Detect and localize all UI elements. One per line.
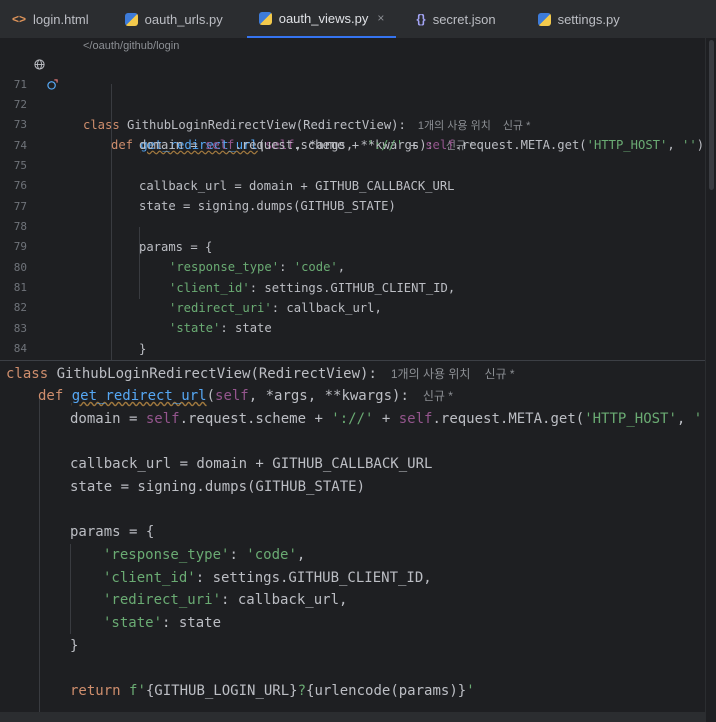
code-line[interactable]: 83 } [0, 299, 147, 356]
code-line[interactable]: } [70, 635, 78, 658]
html-file-icon: <> [12, 12, 27, 26]
editor-tab-bar: <> login.html oauth_urls.py oauth_views.… [0, 0, 716, 39]
tab-label: settings.py [557, 11, 620, 27]
indent-guide [70, 544, 71, 634]
code-line[interactable]: 84 [0, 319, 29, 355]
python-file-icon [124, 12, 138, 26]
override-icon[interactable] [47, 79, 58, 90]
code-editor[interactable]: </oauth/github/login 71 class GithubLogi… [0, 38, 705, 396]
scrollbar-thumb[interactable] [709, 40, 714, 190]
code-line[interactable]: 74 [0, 116, 29, 152]
code-line[interactable]: 78 params = { [0, 197, 213, 254]
code-line[interactable]: 76 state = signing.dumps(GITHUB_STATE) [0, 156, 396, 213]
code-line[interactable]: callback_url = domain + GITHUB_CALLBACK_… [70, 453, 432, 476]
tab-oauth-urls[interactable]: oauth_urls.py [113, 0, 235, 38]
tab-login-html[interactable]: <> login.html [0, 0, 101, 38]
code-line[interactable]: 72 def get_redirect_url(self, *args, **k… [0, 75, 473, 152]
code-line[interactable]: def get_redirect_url(self, *args, **kwar… [38, 385, 453, 408]
globe-icon[interactable] [34, 59, 45, 70]
code-line[interactable]: 'client_id': settings.GITHUB_CLIENT_ID, [103, 567, 432, 590]
code-line[interactable]: 'redirect_uri': callback_url, [103, 589, 347, 612]
json-file-icon: {} [416, 12, 426, 26]
code-line[interactable]: domain = self.request.scheme + '://' + s… [70, 408, 716, 431]
tab-label: oauth_views.py [278, 10, 369, 26]
code-line[interactable]: return f'{GITHUB_LOGIN_URL}?{urlencode(p… [70, 680, 475, 703]
tab-label: secret.json [432, 11, 496, 27]
new-hint: 신규 * [502, 120, 531, 132]
code-line[interactable]: 'state': state [103, 612, 221, 635]
bottom-edge [0, 712, 705, 722]
python-file-icon [258, 11, 272, 25]
vertical-scrollbar[interactable] [705, 38, 716, 722]
tab-label: oauth_urls.py [144, 11, 223, 27]
code-line[interactable]: 'response_type': 'code', [103, 544, 305, 567]
code-line[interactable]: 75 callback_url = domain + GITHUB_CALLBA… [0, 136, 455, 193]
zoomed-code-view[interactable]: class GithubLoginRedirectView(RedirectVi… [0, 361, 716, 722]
usage-hint[interactable]: 1개의 사용 위치 [418, 120, 491, 132]
usage-hint[interactable]: 1개의 사용 위치 [391, 367, 471, 381]
tab-label: login.html [33, 11, 89, 27]
breadcrumb[interactable]: </oauth/github/login [83, 38, 179, 54]
code-line[interactable]: 82 'state': state [0, 278, 272, 335]
code-line[interactable]: 73 domain = self.request.scheme + '://' … [0, 95, 704, 152]
new-hint: 신규 * [484, 367, 515, 381]
code-line[interactable]: 85 return f'{GITHUB_LOGIN_URL}?{urlencod… [0, 339, 492, 396]
code-line[interactable]: 80 'client_id': settings.GITHUB_CLIENT_I… [0, 238, 455, 295]
code-line[interactable]: 71 class GithubLoginRedirectView(Redirec… [0, 55, 530, 132]
tab-secret-json[interactable]: {} secret.json [404, 0, 507, 38]
python-file-icon [537, 12, 551, 26]
code-line[interactable]: 77 [0, 177, 29, 213]
code-line[interactable]: state = signing.dumps(GITHUB_STATE) [70, 476, 365, 499]
code-line[interactable]: params = { [70, 521, 154, 544]
code-line[interactable]: 79 'response_type': 'code', [0, 217, 345, 274]
close-icon[interactable]: × [377, 11, 384, 25]
indent-guide [39, 394, 40, 722]
tab-settings[interactable]: settings.py [526, 0, 632, 38]
code-line[interactable]: class GithubLoginRedirectView(RedirectVi… [6, 363, 515, 386]
tab-oauth-views[interactable]: oauth_views.py × [246, 0, 397, 38]
code-line[interactable]: 81 'redirect_uri': callback_url, [0, 258, 382, 315]
new-hint: 신규 * [422, 389, 453, 403]
